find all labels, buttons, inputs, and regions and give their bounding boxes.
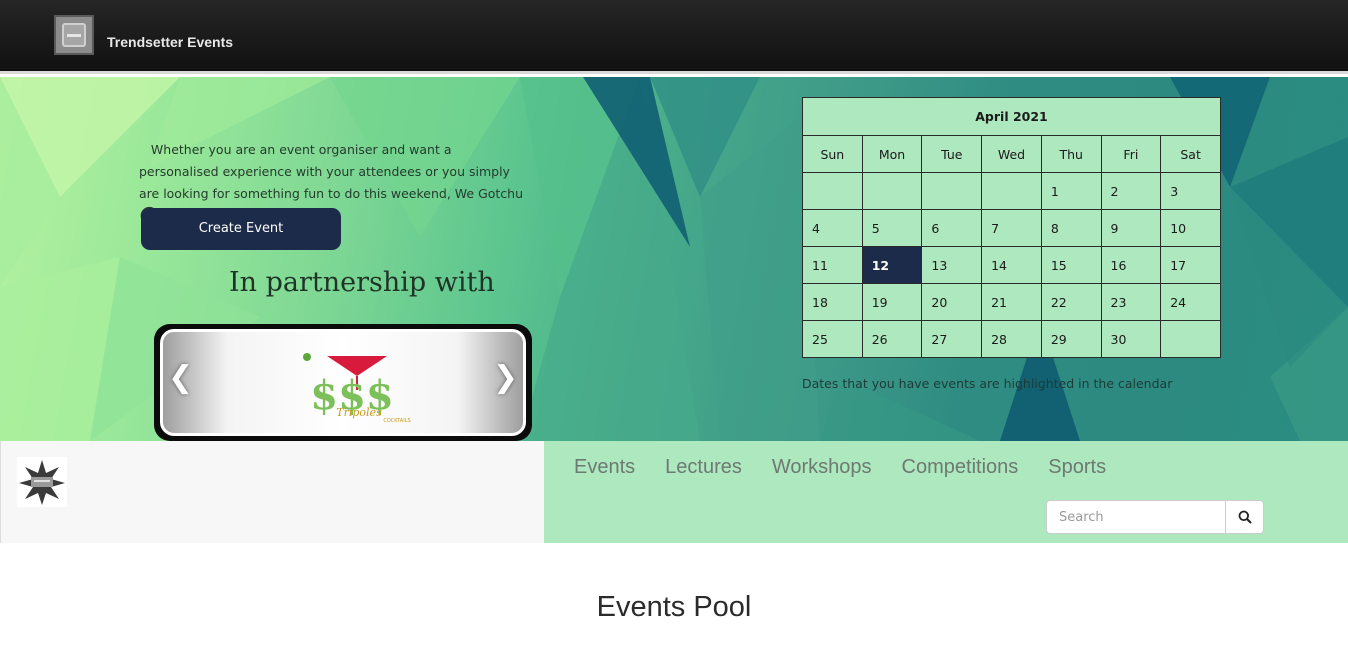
sponsor-logo-subtitle: Tripoles <box>336 406 382 419</box>
category-navbar-left <box>0 441 544 543</box>
calendar-day[interactable]: 11 <box>802 246 863 284</box>
calendar-day[interactable]: 5 <box>861 209 923 247</box>
calendar-week-row: 11 12 13 14 15 16 17 <box>802 246 1221 284</box>
calendar-day[interactable]: 19 <box>861 283 923 321</box>
calendar-day[interactable]: 20 <box>921 283 983 321</box>
weekday-label: Sat <box>1160 135 1221 173</box>
brand-name[interactable]: Trendsetter Events <box>107 34 233 50</box>
search-form <box>1046 500 1264 534</box>
hero-banner: Whether you are an event organiser and w… <box>0 77 1348 441</box>
calendar-week-row: 4 5 6 7 8 9 10 <box>802 209 1221 247</box>
calendar-day[interactable]: 15 <box>1040 246 1102 284</box>
calendar-day[interactable] <box>802 172 863 210</box>
calendar-day[interactable]: 27 <box>921 320 983 358</box>
calendar-day[interactable]: 1 <box>1040 172 1102 210</box>
search-icon <box>1238 510 1252 524</box>
calendar-week-row: 1 2 3 <box>802 172 1221 210</box>
partnership-heading: In partnership with <box>229 267 495 298</box>
calendar-day[interactable]: 30 <box>1100 320 1162 358</box>
calendar-day[interactable]: 24 <box>1160 283 1221 321</box>
calendar-day[interactable]: 6 <box>921 209 983 247</box>
search-input[interactable] <box>1046 500 1225 534</box>
calendar-day[interactable]: 8 <box>1040 209 1102 247</box>
calendar-day[interactable]: 9 <box>1100 209 1162 247</box>
nav-link-events[interactable]: Events <box>559 454 650 480</box>
calendar-week-row: 25 26 27 28 29 30 <box>802 320 1221 358</box>
search-button[interactable] <box>1225 500 1264 534</box>
calendar-note: Dates that you have events are highlight… <box>802 376 1173 391</box>
calendar-day[interactable] <box>861 172 923 210</box>
calendar-day[interactable]: 25 <box>802 320 863 358</box>
create-event-button[interactable]: Create Event <box>141 208 341 250</box>
tagline-text: Whether you are an event organiser and w… <box>139 142 524 201</box>
chevron-right-icon[interactable]: ❯ <box>493 360 518 395</box>
calendar-day[interactable]: 22 <box>1040 283 1102 321</box>
weekday-label: Sun <box>802 135 863 173</box>
calendar-day[interactable]: 13 <box>921 246 983 284</box>
weekday-label: Wed <box>981 135 1042 173</box>
weekday-label: Thu <box>1040 135 1102 173</box>
sponsor-logo-tagline: COCKTAILS <box>383 418 410 424</box>
calendar-day[interactable]: 4 <box>802 209 863 247</box>
calendar-day[interactable] <box>1160 320 1221 358</box>
chevron-left-icon[interactable]: ❮ <box>168 360 193 395</box>
nav-link-lectures[interactable]: Lectures <box>650 454 757 480</box>
sponsor-carousel: $$$ Tripoles COCKTAILS ❮ ❯ <box>154 324 532 441</box>
category-navbar: Events Lectures Workshops Competitions S… <box>0 441 1348 543</box>
weekday-label: Fri <box>1100 135 1162 173</box>
calendar-day[interactable]: 23 <box>1100 283 1162 321</box>
calendar-day[interactable] <box>981 172 1042 210</box>
nav-link-sports[interactable]: Sports <box>1033 454 1121 480</box>
calendar-day[interactable]: 16 <box>1100 246 1162 284</box>
calendar-week-row: 18 19 20 21 22 23 24 <box>802 283 1221 321</box>
calendar-day[interactable]: 14 <box>981 246 1042 284</box>
nav-link-workshops[interactable]: Workshops <box>757 454 887 480</box>
calendar-day[interactable]: 10 <box>1160 209 1221 247</box>
calendar-day[interactable]: 7 <box>981 209 1042 247</box>
site-logo-icon[interactable] <box>17 457 67 507</box>
calendar-day[interactable]: 26 <box>861 320 923 358</box>
calendar-day[interactable]: 28 <box>981 320 1042 358</box>
calendar-day[interactable]: 21 <box>981 283 1042 321</box>
weekday-label: Tue <box>921 135 983 173</box>
calendar-title: April 2021 <box>802 97 1221 136</box>
calendar-day[interactable]: 17 <box>1160 246 1221 284</box>
calendar-day-highlighted[interactable]: 12 <box>861 246 923 284</box>
calendar-day[interactable]: 29 <box>1040 320 1102 358</box>
category-navbar-right: Events Lectures Workshops Competitions S… <box>544 441 1348 543</box>
weekday-label: Mon <box>861 135 923 173</box>
calendar-day[interactable]: 3 <box>1160 172 1221 210</box>
calendar-day[interactable]: 18 <box>802 283 863 321</box>
section-title: Events Pool <box>596 591 752 623</box>
calendar-day[interactable] <box>921 172 983 210</box>
carousel-frame: $$$ Tripoles COCKTAILS <box>160 329 526 436</box>
top-navbar: Trendsetter Events <box>0 0 1348 74</box>
nav-link-competitions[interactable]: Competitions <box>887 454 1034 480</box>
event-calendar: April 2021 Sun Mon Tue Wed Thu Fri Sat 1… <box>802 97 1221 358</box>
brand-logo-icon[interactable] <box>54 15 94 55</box>
calendar-weekday-row: Sun Mon Tue Wed Thu Fri Sat <box>802 135 1221 173</box>
category-links: Events Lectures Workshops Competitions S… <box>559 454 1121 480</box>
calendar-day[interactable]: 2 <box>1100 172 1162 210</box>
sponsor-logo: $$$ Tripoles COCKTAILS <box>303 353 411 424</box>
